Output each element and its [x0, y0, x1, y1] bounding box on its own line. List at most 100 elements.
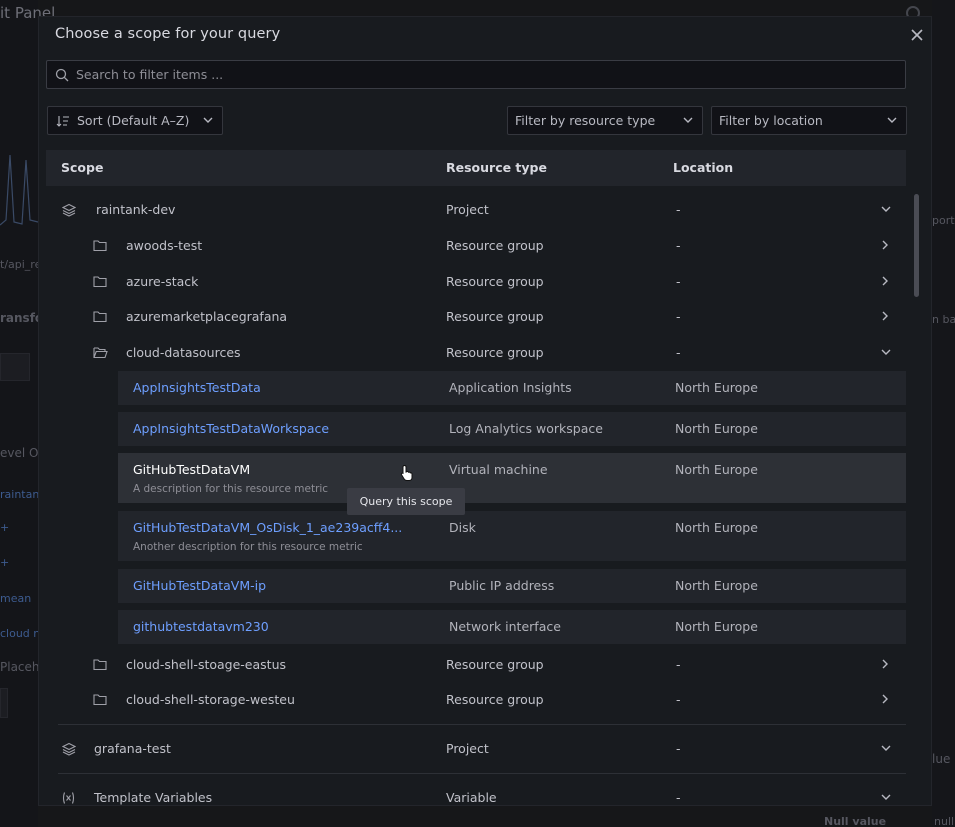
chevron-down-icon	[203, 117, 213, 123]
row-type: Resource group	[446, 692, 544, 707]
resource-name-link[interactable]: githubtestdatavm230	[133, 619, 269, 634]
resource-row[interactable]: AppInsightsTestData Application Insights…	[118, 371, 906, 405]
folder-icon	[93, 659, 107, 671]
row-name: awoods-test	[126, 238, 203, 253]
search-field	[46, 60, 906, 89]
row-name: Template Variables	[94, 790, 213, 805]
filter-location-label: Filter by location	[719, 113, 823, 128]
row-location: -	[676, 657, 681, 672]
row-type: Project	[446, 202, 489, 217]
folder-icon	[93, 276, 107, 288]
row-name: grafana-test	[94, 741, 171, 756]
resource-location: North Europe	[675, 380, 758, 395]
resource-name-link[interactable]: AppInsightsTestData	[133, 380, 261, 395]
background-fragment: mean	[0, 592, 32, 605]
filter-location-select[interactable]: Filter by location	[711, 106, 907, 135]
sort-icon	[56, 116, 69, 127]
row-type: Resource group	[446, 657, 544, 672]
resource-type: Public IP address	[449, 578, 555, 593]
table-row[interactable]: cloud-shell-storage-westeu Resource grou…	[46, 682, 906, 718]
background-fragment: ransfo	[0, 311, 44, 325]
table-row[interactable]: azure-stack Resource group -	[46, 264, 906, 300]
resource-row[interactable]: AppInsightsTestDataWorkspace Log Analyti…	[118, 412, 906, 446]
scope-table: Scope Resource type Location raintank-de…	[46, 150, 906, 805]
resource-type: Network interface	[449, 619, 561, 634]
filter-resource-type-label: Filter by resource type	[515, 113, 656, 128]
resource-row[interactable]: GitHubTestDataVM-ip Public IP address No…	[118, 569, 906, 603]
background-box	[0, 353, 30, 381]
row-name: cloud-datasources	[126, 345, 241, 360]
pointer-cursor-icon	[400, 464, 413, 481]
query-scope-tooltip: Query this scope	[347, 488, 465, 515]
row-location: -	[676, 692, 681, 707]
resource-name-link[interactable]: AppInsightsTestDataWorkspace	[133, 421, 329, 436]
chevron-down-icon[interactable]	[881, 205, 891, 213]
row-divider	[58, 724, 906, 725]
resource-row-hovered[interactable]: GitHubTestDataVM A description for this …	[118, 453, 906, 503]
chevron-right-icon[interactable]	[881, 240, 889, 250]
row-name: raintank-dev	[96, 202, 176, 217]
row-name: cloud-shell-storage-westeu	[126, 692, 295, 707]
row-name: cloud-shell-stoage-eastus	[126, 657, 286, 672]
background-fragment: Null value	[824, 815, 887, 827]
background-fragment: null	[934, 815, 955, 827]
chevron-right-icon[interactable]	[881, 694, 889, 704]
close-icon[interactable]	[910, 28, 924, 42]
row-name: azure-stack	[126, 274, 199, 289]
sort-select[interactable]: Sort (Default A–Z)	[47, 106, 223, 135]
background-fragment: +	[0, 521, 10, 534]
row-type: Resource group	[446, 345, 544, 360]
row-divider	[58, 773, 906, 774]
row-type: Project	[446, 741, 489, 756]
resource-name-link[interactable]: GitHubTestDataVM_OsDisk_1_ae239acff4...	[133, 520, 402, 535]
filter-resource-type-select[interactable]: Filter by resource type	[507, 106, 703, 135]
table-row[interactable]: grafana-test Project -	[46, 731, 906, 767]
resource-row[interactable]: GitHubTestDataVM_OsDisk_1_ae239acff4... …	[118, 511, 906, 561]
table-row[interactable]: Template Variables Variable -	[46, 780, 906, 805]
folder-icon	[93, 694, 107, 706]
folder-open-icon	[93, 347, 108, 359]
folder-icon	[93, 240, 107, 252]
resource-row[interactable]: githubtestdatavm230 Network interface No…	[118, 610, 906, 644]
row-location: -	[676, 274, 681, 289]
background-fragment: +	[0, 556, 10, 569]
chevron-down-icon	[683, 117, 693, 123]
row-location: -	[676, 238, 681, 253]
background-fragment: n bac	[932, 313, 955, 326]
table-row[interactable]: cloud-datasources Resource group -	[46, 335, 906, 371]
table-row[interactable]: cloud-shell-stoage-eastus Resource group…	[46, 647, 906, 683]
background-fragment: evel O	[0, 446, 39, 460]
table-scrollbar[interactable]	[914, 194, 919, 297]
resource-name-link[interactable]: GitHubTestDataVM	[133, 462, 250, 477]
row-type: Resource group	[446, 274, 544, 289]
table-header: Scope Resource type Location	[46, 150, 906, 186]
row-location: -	[676, 202, 681, 217]
background-fragment: t/api_re	[0, 258, 42, 271]
layers-icon	[62, 742, 76, 756]
scope-picker-modal: Choose a scope for your query Sort (Defa…	[38, 16, 932, 806]
chevron-down-icon[interactable]	[881, 793, 891, 801]
modal-title: Choose a scope for your query	[55, 26, 281, 42]
sort-label: Sort (Default A–Z)	[77, 113, 190, 128]
row-location: -	[676, 345, 681, 360]
background-fragment: lue	[932, 752, 951, 766]
chevron-right-icon[interactable]	[881, 276, 889, 286]
chevron-down-icon[interactable]	[881, 744, 891, 752]
chevron-right-icon[interactable]	[881, 659, 889, 669]
resource-description: A description for this resource metric	[133, 483, 329, 495]
resource-type: Application Insights	[449, 380, 572, 395]
chevron-down-icon[interactable]	[881, 348, 891, 356]
row-location: -	[676, 309, 681, 324]
table-row[interactable]: azuremarketplacegrafana Resource group -	[46, 299, 906, 335]
table-row[interactable]: awoods-test Resource group -	[46, 228, 906, 264]
folder-icon	[93, 311, 107, 323]
search-input[interactable]	[76, 61, 896, 88]
resource-location: North Europe	[675, 421, 758, 436]
chevron-right-icon[interactable]	[881, 311, 889, 321]
resource-location: North Europe	[675, 462, 758, 477]
resource-type: Log Analytics workspace	[449, 421, 603, 436]
resource-name-link[interactable]: GitHubTestDataVM-ip	[133, 578, 266, 593]
table-row[interactable]: raintank-dev Project -	[46, 192, 906, 228]
search-icon	[55, 68, 69, 82]
row-type: Resource group	[446, 309, 544, 324]
